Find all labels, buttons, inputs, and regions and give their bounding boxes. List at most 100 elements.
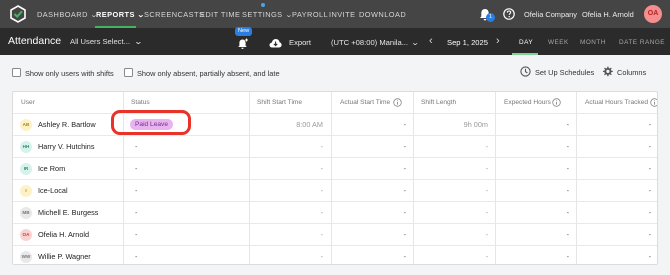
user-avatar: WW — [20, 251, 32, 263]
current-date[interactable]: Sep 1, 2025 — [447, 38, 488, 47]
user-name[interactable]: Harry V. Hutchins — [38, 142, 95, 151]
user-select-value: All Users Select... — [70, 37, 130, 46]
actual-start-cell: - — [403, 230, 406, 239]
table-row[interactable]: WW Willie P. Wagner - - - - - - — [13, 245, 657, 264]
shift-length-cell: - — [485, 252, 488, 261]
shift-length-cell: - — [485, 186, 488, 195]
tab-day[interactable]: DAY — [519, 39, 533, 46]
nav-reports[interactable]: REPORTS ⌄ — [96, 10, 145, 19]
user-name[interactable]: Ice-Local — [38, 186, 68, 195]
next-date-button[interactable]: › — [496, 35, 500, 47]
tab-date-range[interactable]: DATE RANGE — [619, 39, 665, 46]
shift-start-cell: - — [320, 230, 323, 239]
status-cell: - — [135, 230, 138, 239]
chevron-down-icon: ⌄ — [410, 38, 420, 47]
active-tab-indicator — [512, 53, 538, 55]
actual-hours-cell: - — [648, 164, 651, 173]
nav-screencasts[interactable]: SCREENCASTS — [144, 10, 204, 19]
gear-icon[interactable] — [602, 66, 613, 77]
absent-only-checkbox[interactable] — [124, 68, 133, 77]
header-expected-hours[interactable]: Expected Hours — [504, 92, 551, 113]
actual-start-cell: - — [403, 208, 406, 217]
shifts-only-checkbox[interactable] — [12, 68, 21, 77]
user-name[interactable]: Ofelia H. Arnold — [38, 230, 89, 239]
table-row[interactable]: I Ice-Local - - - - - - — [13, 179, 657, 201]
expected-hours-cell: - — [566, 186, 569, 195]
shift-length-cell: 9h 00m — [463, 120, 488, 129]
timezone-value: (UTC +08:00) Manila... — [331, 38, 409, 47]
status-cell: - — [135, 164, 138, 173]
header-actual-hours[interactable]: Actual Hours Tracked — [585, 92, 648, 113]
actual-hours-cell: - — [648, 142, 651, 151]
clock-icon[interactable] — [520, 66, 531, 77]
user-name[interactable]: Ofelia H. Arnold — [582, 10, 634, 19]
shift-length-cell: - — [485, 164, 488, 173]
expected-hours-cell: - — [566, 142, 569, 151]
nav-dashboard[interactable]: DASHBOARD ⌄ — [37, 10, 98, 19]
shift-length-cell: - — [485, 230, 488, 239]
nav-settings[interactable]: SETTINGS ⌄ — [242, 10, 292, 19]
setup-schedules-button[interactable]: Set Up Schedules — [535, 68, 594, 77]
actual-hours-cell: - — [648, 252, 651, 261]
info-icon[interactable] — [650, 98, 658, 107]
highlight-annotation — [111, 110, 191, 135]
table-row[interactable]: AB Ashley R. Bartlow Paid Leave 8:00 AM … — [13, 113, 657, 135]
shift-start-cell: - — [320, 142, 323, 151]
attendance-table: User Status Shift Start Time Actual Star… — [12, 91, 658, 265]
columns-button[interactable]: Columns — [617, 68, 646, 77]
shift-start-cell: - — [320, 208, 323, 217]
shift-start-cell: - — [320, 186, 323, 195]
user-select-dropdown[interactable]: All Users Select... ⌄ — [70, 37, 143, 46]
company-name[interactable]: Ofelia Company — [524, 10, 577, 19]
user-avatar: IR — [20, 163, 32, 175]
bell-plus-icon[interactable] — [237, 38, 249, 50]
attendance-toolbar: Attendance All Users Select... ⌄ New Expo… — [0, 27, 670, 55]
status-cell: - — [135, 186, 138, 195]
user-avatar: HH — [20, 141, 32, 153]
tab-week[interactable]: WEEK — [548, 39, 569, 46]
help-icon[interactable] — [503, 8, 515, 20]
shift-length-cell: - — [485, 142, 488, 151]
info-icon[interactable] — [393, 98, 402, 107]
tab-month[interactable]: MONTH — [580, 39, 606, 46]
user-name[interactable]: Willie P. Wagner — [38, 252, 91, 261]
info-icon[interactable] — [552, 98, 561, 107]
chevron-down-icon: ⌄ — [133, 37, 143, 46]
shift-start-cell: 8:00 AM — [296, 120, 323, 129]
cloud-download-icon[interactable] — [269, 38, 282, 48]
nav-payroll[interactable]: PAYROLL — [292, 10, 328, 19]
settings-indicator-dot — [261, 3, 265, 7]
prev-date-button[interactable]: ‹ — [429, 35, 433, 47]
header-shift-start[interactable]: Shift Start Time — [257, 92, 302, 113]
export-button[interactable]: Export — [289, 38, 311, 47]
table-row[interactable]: MB Michell E. Burgess - - - - - - — [13, 201, 657, 223]
absent-only-label[interactable]: Show only absent, partially absent, and … — [137, 69, 280, 78]
actual-hours-cell: - — [648, 186, 651, 195]
user-name[interactable]: Michell E. Burgess — [38, 208, 98, 217]
header-user[interactable]: User — [21, 92, 35, 113]
expected-hours-cell: - — [566, 164, 569, 173]
nav-download[interactable]: DOWNLOAD — [359, 10, 406, 19]
actual-hours-cell: - — [648, 208, 651, 217]
shifts-only-label[interactable]: Show only users with shifts — [25, 69, 114, 78]
actual-start-cell: - — [403, 164, 406, 173]
expected-hours-cell: - — [566, 120, 569, 129]
actual-start-cell: - — [403, 186, 406, 195]
expected-hours-cell: - — [566, 252, 569, 261]
nav-edit-time[interactable]: EDIT TIME — [200, 10, 240, 19]
status-cell: - — [135, 208, 138, 217]
nav-invite[interactable]: INVITE — [329, 10, 356, 19]
header-shift-length[interactable]: Shift Length — [421, 92, 456, 113]
user-name[interactable]: Ashley R. Bartlow — [38, 120, 96, 129]
timezone-dropdown[interactable]: (UTC +08:00) Manila... ⌄ — [331, 38, 420, 47]
user-avatar[interactable]: OA — [644, 5, 662, 23]
shift-start-cell: - — [320, 252, 323, 261]
shift-length-cell: - — [485, 208, 488, 217]
table-row[interactable]: IR Ice Rom - - - - - - — [13, 157, 657, 179]
table-row[interactable]: HH Harry V. Hutchins - - - - - - — [13, 135, 657, 157]
actual-start-cell: - — [403, 120, 406, 129]
table-row[interactable]: OA Ofelia H. Arnold - - - - - - — [13, 223, 657, 245]
header-actual-start[interactable]: Actual Start Time — [340, 92, 390, 113]
user-name[interactable]: Ice Rom — [38, 164, 65, 173]
logo-icon[interactable] — [9, 5, 27, 23]
